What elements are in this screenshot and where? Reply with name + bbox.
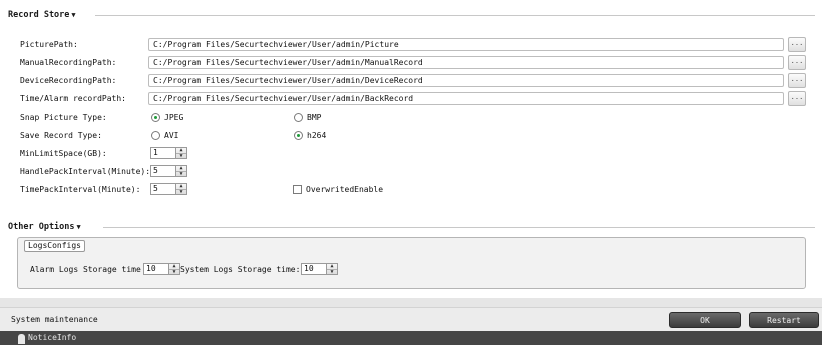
min-limit-space-value[interactable]: 1 xyxy=(150,147,176,159)
device-recording-path-label: DeviceRecordingPath: xyxy=(20,75,117,85)
time-pack-interval-stepper[interactable]: 5 ▲ ▼ xyxy=(150,183,187,195)
restart-button[interactable]: Restart xyxy=(749,312,819,328)
time-pack-interval-row: TimePackInterval(Minute): xyxy=(20,182,148,196)
device-recording-path-input[interactable]: C:/Program Files/Securtechviewer/User/ad… xyxy=(148,74,784,87)
other-options-header[interactable]: Other Options ▼ xyxy=(8,220,81,234)
min-limit-space-label: MinLimitSpace(GB): xyxy=(20,148,107,158)
handle-pack-interval-value[interactable]: 5 xyxy=(150,165,176,177)
alarm-logs-stepper[interactable]: 10 ▲ ▼ xyxy=(143,263,180,275)
snap-bmp-label: BMP xyxy=(307,112,322,122)
collapse-arrow-icon[interactable]: ▼ xyxy=(71,11,75,19)
time-pack-interval-label: TimePackInterval(Minute): xyxy=(20,184,141,194)
other-options-title: Other Options xyxy=(8,222,75,232)
notice-text: NoticeInfo xyxy=(28,333,77,342)
time-alarm-record-path-label: Time/Alarm recordPath: xyxy=(20,93,126,103)
stepper-arrows[interactable]: ▲ ▼ xyxy=(176,165,187,177)
snap-picture-type-row: Snap Picture Type: xyxy=(20,110,148,124)
picture-path-label: PicturePath: xyxy=(20,39,78,49)
device-recording-path-row: DeviceRecordingPath: xyxy=(20,73,148,87)
status-text: System maintenance xyxy=(11,315,98,324)
spin-down-icon[interactable]: ▼ xyxy=(327,269,337,275)
handle-pack-interval-label: HandlePackInterval(Minute): xyxy=(20,166,151,176)
manual-recording-path-browse-button[interactable]: ... xyxy=(788,55,806,70)
system-logs-label: System Logs Storage time: xyxy=(180,265,301,274)
save-avi-label: AVI xyxy=(164,130,179,140)
record-store-header[interactable]: Record Store ▼ xyxy=(8,8,76,22)
time-alarm-record-path-input[interactable]: C:/Program Files/Securtechviewer/User/ad… xyxy=(148,92,784,105)
radio-checked-icon[interactable] xyxy=(294,130,303,140)
handle-pack-interval-stepper[interactable]: 5 ▲ ▼ xyxy=(150,165,187,177)
save-h264-option[interactable]: h264 xyxy=(294,128,326,142)
ok-button[interactable]: OK xyxy=(669,312,741,328)
spin-down-icon[interactable]: ▼ xyxy=(176,153,186,159)
notice-icon xyxy=(18,334,25,344)
picture-path-row: PicturePath: xyxy=(20,37,148,51)
alarm-logs-label: Alarm Logs Storage time xyxy=(30,265,141,274)
spin-down-icon[interactable]: ▼ xyxy=(176,189,186,195)
handle-pack-interval-row: HandlePackInterval(Minute): xyxy=(20,164,151,178)
collapse-arrow-icon[interactable]: ▼ xyxy=(77,223,81,231)
snap-bmp-option[interactable]: BMP xyxy=(294,110,321,124)
save-record-type-row: Save Record Type: xyxy=(20,128,148,142)
radio-checked-icon[interactable] xyxy=(151,112,160,122)
device-recording-path-browse-button[interactable]: ... xyxy=(788,73,806,88)
radio-unchecked-icon[interactable] xyxy=(294,112,303,122)
system-logs-stepper[interactable]: 10 ▲ ▼ xyxy=(301,263,338,275)
spin-down-icon[interactable]: ▼ xyxy=(169,269,179,275)
manual-recording-path-label: ManualRecordingPath: xyxy=(20,57,117,67)
notice-bar[interactable]: NoticeInfo xyxy=(0,331,822,345)
radio-unchecked-icon[interactable] xyxy=(151,130,160,140)
time-pack-interval-value[interactable]: 5 xyxy=(150,183,176,195)
min-limit-space-row: MinLimitSpace(GB): xyxy=(20,146,148,160)
snap-picture-type-label: Snap Picture Type: xyxy=(20,112,107,122)
manual-recording-path-row: ManualRecordingPath: xyxy=(20,55,148,69)
snap-jpeg-label: JPEG xyxy=(164,112,184,122)
section-divider xyxy=(103,227,815,228)
record-store-title: Record Store xyxy=(8,10,70,20)
stepper-arrows[interactable]: ▲ ▼ xyxy=(169,263,180,275)
status-bar: System maintenance OK Restart xyxy=(0,307,822,331)
logs-configs-title: LogsConfigs xyxy=(24,240,85,252)
save-h264-label: h264 xyxy=(307,130,327,140)
stepper-arrows[interactable]: ▲ ▼ xyxy=(176,183,187,195)
spin-down-icon[interactable]: ▼ xyxy=(176,171,186,177)
settings-panel: Record Store ▼ PicturePath: C:/Program F… xyxy=(0,0,822,298)
stepper-arrows[interactable]: ▲ ▼ xyxy=(176,147,187,159)
system-logs-value[interactable]: 10 xyxy=(301,263,327,275)
save-record-type-label: Save Record Type: xyxy=(20,130,102,140)
stepper-arrows[interactable]: ▲ ▼ xyxy=(327,263,338,275)
alarm-logs-value[interactable]: 10 xyxy=(143,263,169,275)
manual-recording-path-input[interactable]: C:/Program Files/Securtechviewer/User/ad… xyxy=(148,56,784,69)
snap-jpeg-option[interactable]: JPEG xyxy=(151,110,183,124)
logs-configs-group: LogsConfigs Alarm Logs Storage time 10 ▲… xyxy=(17,237,806,289)
min-limit-space-stepper[interactable]: 1 ▲ ▼ xyxy=(150,147,187,159)
overwrite-enable-checkbox[interactable]: OverwritedEnable xyxy=(293,182,383,196)
overwrite-enable-label: OverwritedEnable xyxy=(306,184,384,194)
picture-path-input[interactable]: C:/Program Files/Securtechviewer/User/ad… xyxy=(148,38,784,51)
time-alarm-record-path-browse-button[interactable]: ... xyxy=(788,91,806,106)
time-alarm-record-path-row: Time/Alarm recordPath: xyxy=(20,91,148,105)
section-divider xyxy=(95,15,815,16)
save-avi-option[interactable]: AVI xyxy=(151,128,178,142)
checkbox-unchecked-icon[interactable] xyxy=(293,184,302,194)
picture-path-browse-button[interactable]: ... xyxy=(788,37,806,52)
